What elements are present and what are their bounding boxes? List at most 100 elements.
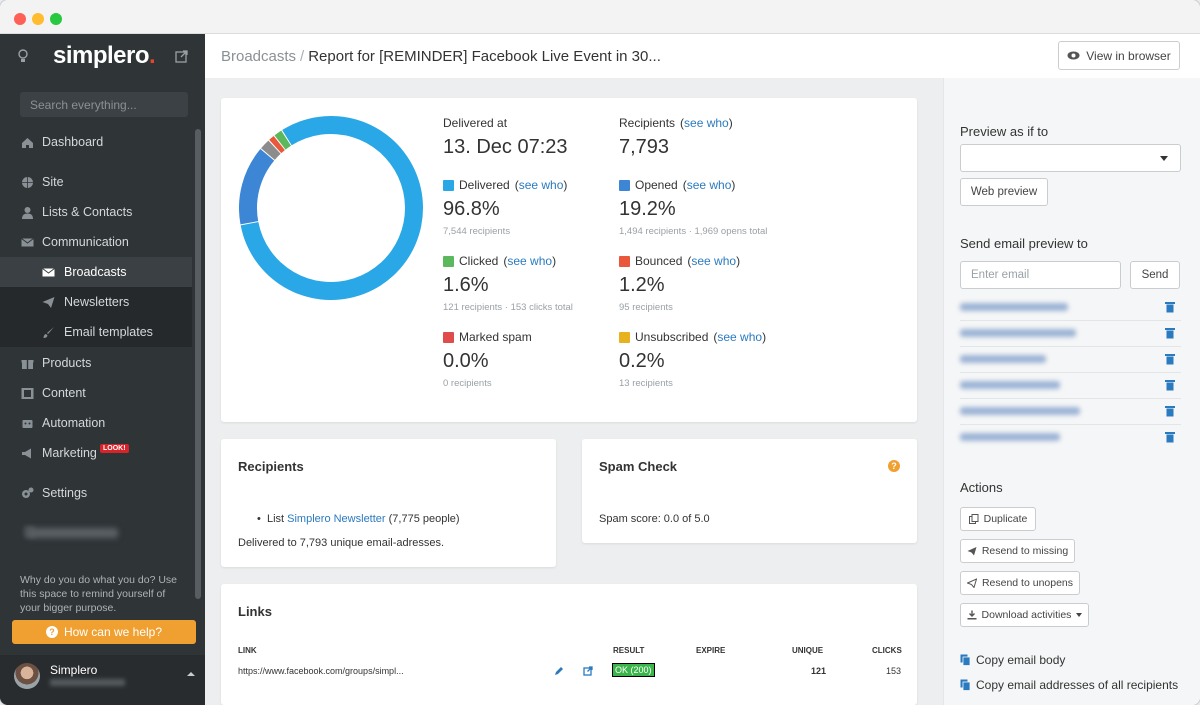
preview-recipient-select[interactable] bbox=[960, 144, 1181, 172]
sidebar-item-dashboard[interactable]: Dashboard bbox=[0, 127, 192, 157]
search-input[interactable] bbox=[20, 92, 188, 117]
send-button-label: Send bbox=[1141, 269, 1169, 281]
spam-sub: 0 recipients bbox=[443, 378, 492, 389]
spam-label: Marked spam bbox=[459, 330, 532, 344]
sidebar-scrollbar[interactable] bbox=[195, 129, 201, 599]
see-who-link[interactable]: see who bbox=[684, 116, 729, 130]
download-activities-label: Download activities bbox=[981, 609, 1072, 621]
blurred-email bbox=[960, 329, 1076, 337]
column-header-result: RESULT bbox=[613, 646, 645, 655]
download-activities-button[interactable]: Download activities bbox=[960, 603, 1089, 627]
see-who-link[interactable]: see who bbox=[691, 254, 736, 268]
trash-icon[interactable] bbox=[1165, 327, 1175, 339]
sidebar-item-lists-contacts[interactable]: Lists & Contacts bbox=[0, 197, 192, 227]
sidebar-item-site[interactable]: Site bbox=[0, 167, 192, 197]
see-who-link[interactable]: see who bbox=[687, 178, 732, 192]
sidebar-item-email-templates[interactable]: Email templates bbox=[0, 317, 192, 347]
copy-email-addresses-label: Copy email addresses of all recipients bbox=[976, 678, 1179, 692]
sidebar-item-label: Content bbox=[42, 386, 86, 400]
sidebar-item-content[interactable]: Content bbox=[0, 378, 192, 408]
sidebar-item-communication[interactable]: Communication bbox=[0, 227, 192, 257]
trash-icon[interactable] bbox=[1165, 301, 1175, 313]
trash-icon[interactable] bbox=[1165, 431, 1175, 443]
bounced-swatch bbox=[619, 255, 630, 267]
send-preview-label: Send email preview to bbox=[960, 236, 1088, 251]
link-url[interactable]: https://www.facebook.com/groups/simpl... bbox=[238, 666, 404, 676]
trash-icon[interactable] bbox=[1165, 353, 1175, 365]
sidebar-item-label: Newsletters bbox=[64, 295, 130, 309]
breadcrumb-separator: / bbox=[300, 48, 305, 65]
copy-email-body-link[interactable]: Copy email body bbox=[960, 653, 1065, 667]
clicked-sub: 121 recipients · 153 clicks total bbox=[443, 302, 573, 313]
help-button-label: How can we help? bbox=[63, 625, 163, 639]
list-item bbox=[960, 347, 1181, 373]
sidebar-item-label: Automation bbox=[42, 416, 106, 430]
blurred-email bbox=[960, 355, 1046, 363]
pencil-icon[interactable] bbox=[554, 666, 564, 676]
purpose-reminder-text[interactable]: Why do you do what you do? Use this spac… bbox=[20, 573, 185, 615]
copy-icon bbox=[960, 654, 971, 666]
sidebar-item-broadcasts[interactable]: Broadcasts bbox=[0, 257, 192, 287]
gears-icon bbox=[22, 487, 34, 498]
breadcrumb-broadcasts-link[interactable]: Broadcasts bbox=[221, 48, 296, 65]
opened-stat: Opened (see who) 19.2% 1,494 recipients ·… bbox=[619, 178, 767, 237]
sidebar-item-products[interactable]: Products bbox=[0, 348, 192, 378]
gift-icon bbox=[21, 360, 34, 369]
column-header-clicks: CLICKS bbox=[872, 646, 902, 655]
external-link-icon[interactable] bbox=[175, 50, 188, 63]
column-header-unique: UNIQUE bbox=[792, 646, 824, 655]
view-in-browser-button[interactable]: View in browser bbox=[1058, 41, 1180, 70]
see-who-link[interactable]: see who bbox=[507, 254, 552, 268]
sidebar-item-newsletters[interactable]: Newsletters bbox=[0, 287, 192, 317]
sidebar-item-label: Email templates bbox=[64, 325, 153, 339]
see-who-link[interactable]: see who bbox=[519, 178, 564, 192]
newsletter-list-link[interactable]: Simplero Newsletter bbox=[287, 513, 385, 525]
trash-icon[interactable] bbox=[1165, 405, 1175, 417]
question-circle-icon[interactable]: ? bbox=[888, 460, 900, 472]
main-content: Delivered at 13. Dec 07:23 Recipients (se… bbox=[205, 78, 943, 705]
avatar bbox=[14, 663, 40, 689]
opened-label: Opened bbox=[635, 178, 678, 192]
delivered-label-row: Delivered (see who) bbox=[443, 178, 567, 192]
user-menu[interactable]: Simplero bbox=[0, 655, 205, 705]
lightbulb-icon[interactable] bbox=[16, 48, 30, 66]
sidebar-item-label: Dashboard bbox=[42, 135, 104, 149]
copy-email-addresses-link[interactable]: Copy email addresses of all recipients bbox=[960, 678, 1178, 692]
minimize-window-button[interactable] bbox=[32, 13, 44, 25]
delivered-at-value: 13. Dec 07:23 bbox=[443, 136, 568, 158]
sidebar-item-marketing[interactable]: Marketing bbox=[0, 438, 192, 468]
send-button[interactable]: Send bbox=[1130, 261, 1180, 289]
see-who-paren: (see who) bbox=[514, 178, 568, 192]
maximize-window-button[interactable] bbox=[50, 13, 62, 25]
status-badge: OK (200) bbox=[612, 663, 655, 677]
unique-count[interactable]: 121 bbox=[811, 666, 826, 676]
sidebar-item-settings[interactable]: Settings bbox=[0, 478, 192, 508]
resend-to-missing-button[interactable]: Resend to missing bbox=[960, 539, 1075, 563]
duplicate-button[interactable]: Duplicate bbox=[960, 507, 1036, 531]
see-who-paren: (see who) bbox=[687, 254, 741, 268]
see-who-paren: (see who) bbox=[680, 116, 733, 130]
web-preview-button[interactable]: Web preview bbox=[960, 178, 1048, 206]
preview-as-label: Preview as if to bbox=[960, 124, 1049, 139]
recipients-card-title: Recipients bbox=[238, 459, 304, 474]
look-badge: LOOK! bbox=[100, 444, 129, 453]
sidebar-item-automation[interactable]: Automation bbox=[0, 408, 192, 438]
email-field[interactable] bbox=[960, 261, 1121, 289]
sidebar-item-label: Broadcasts bbox=[64, 265, 127, 279]
close-window-button[interactable] bbox=[14, 13, 26, 25]
spam-label-row: Marked spam bbox=[443, 330, 532, 344]
unsubscribed-sub: 13 recipients bbox=[619, 378, 673, 389]
simplero-logo[interactable]: simplero. bbox=[53, 42, 156, 70]
help-button[interactable]: ? How can we help? bbox=[12, 620, 196, 644]
resend-to-unopens-button[interactable]: Resend to unopens bbox=[960, 571, 1080, 595]
blurred-account-name[interactable] bbox=[28, 528, 118, 538]
external-link-icon[interactable] bbox=[583, 666, 593, 676]
app-window: simplero. Dashboard Site Lists & Contact… bbox=[0, 0, 1200, 705]
see-who-link[interactable]: see who bbox=[717, 330, 762, 344]
globe-icon bbox=[22, 177, 33, 188]
trash-icon[interactable] bbox=[1165, 379, 1175, 391]
unsubscribed-value: 0.2% bbox=[619, 350, 665, 372]
home-icon bbox=[22, 138, 33, 148]
opened-value: 19.2% bbox=[619, 198, 676, 220]
bounced-value: 1.2% bbox=[619, 274, 665, 296]
